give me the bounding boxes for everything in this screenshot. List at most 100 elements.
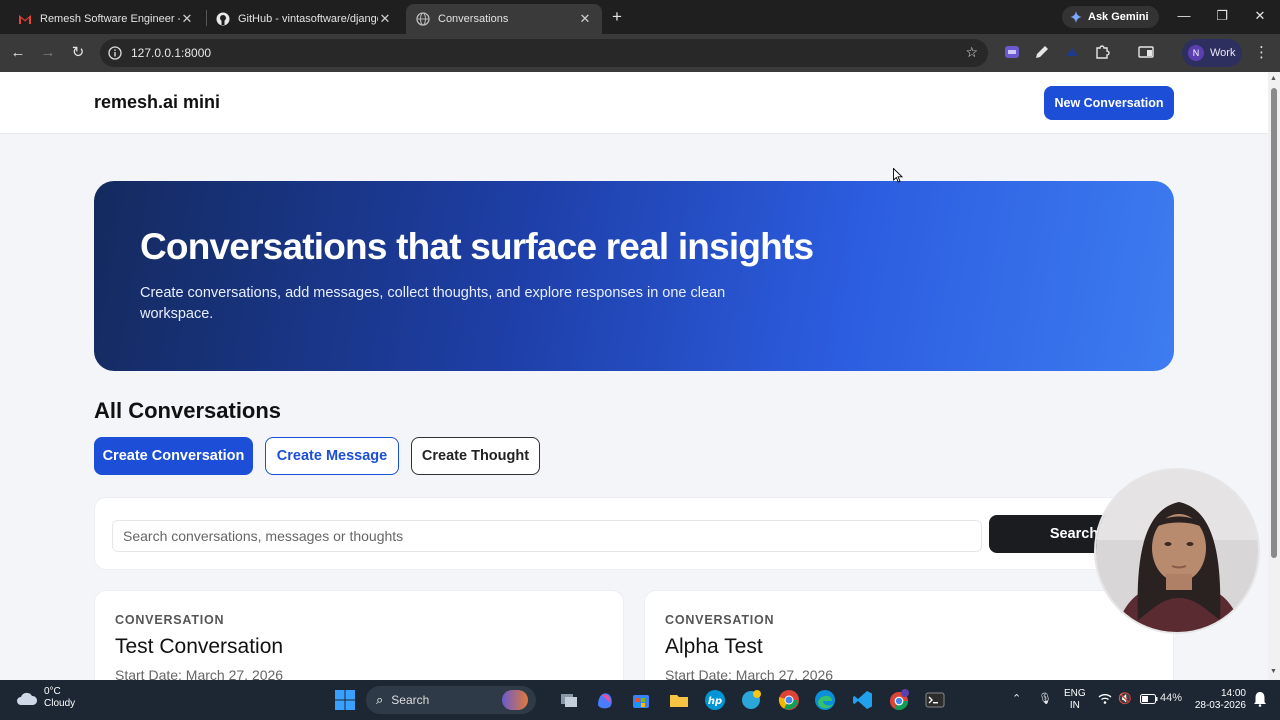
search-highlight-icon xyxy=(502,690,528,710)
store-icon[interactable] xyxy=(630,689,652,711)
conversation-card[interactable]: CONVERSATION Test Conversation Start Dat… xyxy=(94,590,624,680)
action-buttons: Create Conversation Create Message Creat… xyxy=(94,437,540,475)
mouse-cursor-icon xyxy=(893,168,903,183)
weather-widget[interactable]: 0°C Cloudy xyxy=(16,686,75,710)
hero-title: Conversations that surface real insights xyxy=(140,226,814,267)
github-icon xyxy=(216,12,230,26)
puzzle-icon[interactable] xyxy=(1094,44,1110,60)
minimize-icon[interactable]: — xyxy=(1174,8,1194,23)
close-icon[interactable]: ✕ xyxy=(378,11,392,27)
new-conversation-button[interactable]: New Conversation xyxy=(1044,86,1174,120)
card-start-date: Start Date: March 27, 2026 xyxy=(665,667,834,680)
webcam-overlay xyxy=(1094,468,1260,634)
tab-conversations[interactable]: Conversations ✕ xyxy=(406,4,602,34)
tray-chevron-icon[interactable]: ⌃ xyxy=(1012,692,1021,705)
tab-title: GitHub - vintasoftware/django- xyxy=(238,13,378,25)
language-indicator[interactable]: ENG IN xyxy=(1064,688,1086,712)
tab-github[interactable]: GitHub - vintasoftware/django- ✕ xyxy=(206,4,402,34)
file-explorer-icon[interactable] xyxy=(668,689,690,711)
taskbar-clock[interactable]: 14:00 28-03-2026 xyxy=(1190,688,1246,712)
conversation-card[interactable]: CONVERSATION Alpha Test Start Date: Marc… xyxy=(644,590,1174,680)
back-arrow-icon[interactable]: ← xyxy=(8,43,28,63)
clock-time: 14:00 xyxy=(1220,688,1246,699)
gemini-sparkle-icon xyxy=(1070,11,1082,23)
page-scrollbar[interactable]: ▲ ▼ xyxy=(1268,72,1280,680)
terminal-icon[interactable] xyxy=(924,689,946,711)
browser-toolbar: ← → ↻ 127.0.0.1:8000 ☆ N Work ⋮ xyxy=(0,34,1280,72)
new-tab-button[interactable]: + xyxy=(608,8,626,26)
card-kicker: CONVERSATION xyxy=(115,613,225,627)
menu-kebab-icon[interactable]: ⋮ xyxy=(1254,43,1269,61)
reload-icon[interactable]: ↻ xyxy=(68,43,88,63)
scrollbar-thumb[interactable] xyxy=(1271,88,1277,558)
site-header: remesh.ai mini New Conversation xyxy=(0,72,1268,134)
tab-title: Conversations xyxy=(438,13,509,25)
weather-temp: 0°C xyxy=(44,686,61,697)
browser-tab-bar: Remesh Software Engineer - Ne ✕ GitHub -… xyxy=(0,0,1280,34)
copilot-icon[interactable] xyxy=(594,689,616,711)
hp-icon[interactable]: hp xyxy=(704,689,726,711)
language-code: ENG xyxy=(1064,688,1086,699)
region-code: IN xyxy=(1069,700,1080,711)
speaker-muted-icon[interactable]: 🔇 xyxy=(1118,692,1132,705)
brand-logo[interactable]: remesh.ai mini xyxy=(94,92,220,113)
close-window-icon[interactable]: ✕ xyxy=(1250,8,1270,24)
forward-arrow-icon[interactable]: → xyxy=(38,43,58,63)
chrome-profile-icon[interactable] xyxy=(888,689,910,711)
webcam-person-image xyxy=(1096,470,1258,632)
avatar: N xyxy=(1188,45,1204,61)
cloud-icon xyxy=(17,692,38,705)
tab-title: Remesh Software Engineer - Ne xyxy=(40,13,180,25)
card-start-date: Start Date: March 27, 2026 xyxy=(115,667,284,680)
windows-taskbar: 0°C Cloudy ⌕ Search hp ⌃ 🎙 ENG IN 🔇 44% … xyxy=(0,680,1280,720)
side-panel-icon[interactable] xyxy=(1138,44,1154,60)
search-icon: ⌕ xyxy=(376,692,384,707)
weather-desc: Cloudy xyxy=(44,698,76,709)
hero-subtitle: Create conversations, add messages, coll… xyxy=(140,285,726,322)
close-icon[interactable]: ✕ xyxy=(578,11,592,27)
scroll-up-icon[interactable]: ▲ xyxy=(1270,75,1277,82)
windows-start-icon[interactable] xyxy=(334,689,356,711)
page-viewport: remesh.ai mini New Conversation Conversa… xyxy=(0,72,1268,680)
create-message-button[interactable]: Create Message xyxy=(265,437,399,475)
ask-gemini-button[interactable]: Ask Gemini xyxy=(1062,6,1159,28)
profile-label: Work xyxy=(1210,47,1236,59)
card-kicker: CONVERSATION xyxy=(665,613,775,627)
address-bar[interactable]: 127.0.0.1:8000 ☆ xyxy=(100,39,988,67)
taskbar-search[interactable]: ⌕ Search xyxy=(366,686,536,714)
extension-icon[interactable] xyxy=(1004,44,1020,60)
notification-bell-icon[interactable] xyxy=(1253,691,1267,707)
close-icon[interactable]: ✕ xyxy=(180,11,194,27)
search-input[interactable]: Search conversations, messages or though… xyxy=(112,520,982,552)
scroll-down-icon[interactable]: ▼ xyxy=(1270,668,1277,675)
bookmark-star-icon[interactable]: ☆ xyxy=(965,44,978,61)
card-title[interactable]: Test Conversation xyxy=(115,635,283,659)
globe-icon xyxy=(416,12,430,26)
create-thought-button[interactable]: Create Thought xyxy=(411,437,540,475)
create-conversation-button[interactable]: Create Conversation xyxy=(94,437,253,475)
url-text: 127.0.0.1:8000 xyxy=(131,46,212,60)
chrome-icon[interactable] xyxy=(778,689,800,711)
vscode-icon[interactable] xyxy=(852,689,874,711)
clock-date: 28-03-2026 xyxy=(1194,700,1246,711)
gmail-icon xyxy=(19,15,31,24)
pen-icon[interactable] xyxy=(1034,44,1050,60)
search-card: Search conversations, messages or though… xyxy=(94,497,1174,570)
task-view-icon[interactable] xyxy=(558,689,580,711)
extension-icon[interactable] xyxy=(1064,44,1080,60)
card-title[interactable]: Alpha Test xyxy=(665,635,763,659)
battery-icon[interactable] xyxy=(1140,694,1158,704)
app-icon[interactable] xyxy=(740,689,762,711)
hero-banner: Conversations that surface real insights… xyxy=(94,181,1174,371)
taskbar-search-label: Search xyxy=(391,693,430,707)
site-info-icon[interactable] xyxy=(108,46,122,60)
restore-icon[interactable]: ❐ xyxy=(1212,8,1232,24)
svg-text:hp: hp xyxy=(708,696,722,707)
edge-icon[interactable] xyxy=(814,689,836,711)
section-title: All Conversations xyxy=(94,398,282,423)
tab-gmail[interactable]: Remesh Software Engineer - Ne ✕ xyxy=(8,4,204,34)
microphone-icon[interactable]: 🎙 xyxy=(1038,692,1052,705)
wifi-icon[interactable] xyxy=(1098,693,1112,705)
battery-percent: 44% xyxy=(1160,692,1183,704)
profile-button[interactable]: N Work xyxy=(1182,39,1242,67)
